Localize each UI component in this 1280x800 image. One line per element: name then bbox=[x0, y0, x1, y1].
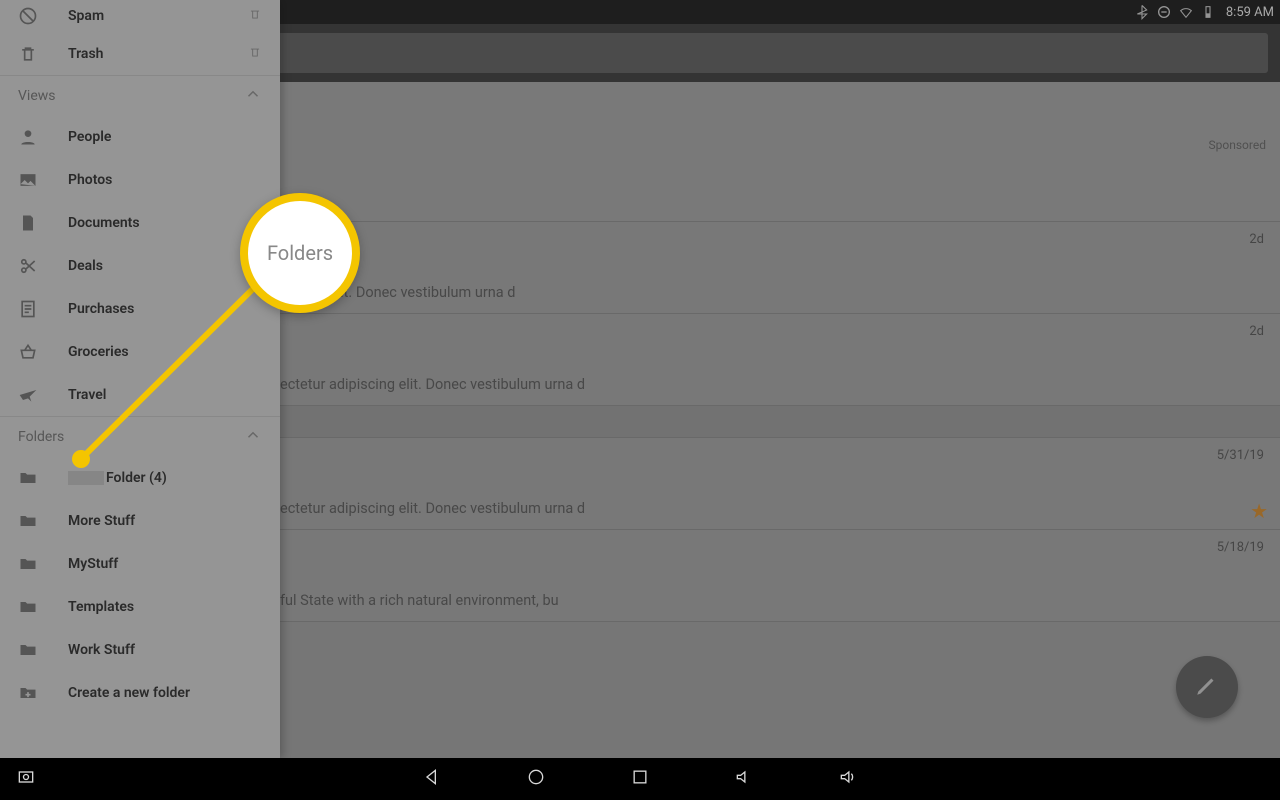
dnd-icon bbox=[1156, 4, 1172, 20]
document-icon bbox=[18, 213, 38, 233]
sidebar-item-label: People bbox=[68, 129, 111, 145]
pencil-icon bbox=[1194, 672, 1220, 702]
battery-icon bbox=[1200, 4, 1216, 20]
sidebar-item-label: Purchases bbox=[68, 301, 134, 317]
sponsored-label: Sponsored bbox=[1209, 138, 1266, 152]
folder-icon bbox=[18, 511, 38, 531]
folder-icon bbox=[18, 468, 38, 488]
mail-date: 5/31/19 bbox=[1217, 448, 1264, 463]
back-button[interactable] bbox=[422, 767, 442, 791]
sidebar-item-trash[interactable]: Trash bbox=[0, 32, 280, 75]
mail-preview: ful State with a rich natural environmen… bbox=[280, 592, 559, 609]
sidebar-item-label: Travel bbox=[68, 387, 106, 403]
sidebar-item-people[interactable]: People bbox=[0, 115, 280, 158]
sidebar-item-label: Deals bbox=[68, 258, 103, 274]
sidebar-item-purchases[interactable]: Purchases bbox=[0, 287, 280, 330]
system-nav-bar bbox=[0, 758, 1280, 800]
folder-icon bbox=[18, 597, 38, 617]
mail-date: 2d bbox=[1249, 232, 1264, 247]
star-icon[interactable]: ★ bbox=[1250, 499, 1268, 523]
sidebar-item-label: Documents bbox=[68, 215, 140, 231]
sidebar-item-work-stuff[interactable]: Work Stuff bbox=[0, 628, 280, 671]
sidebar-item-label: Templates bbox=[68, 599, 134, 615]
home-button[interactable] bbox=[526, 767, 546, 791]
screenshot-icon[interactable] bbox=[16, 767, 46, 791]
status-clock: 8:59 AM bbox=[1226, 5, 1274, 20]
sidebar-item-label: Folder (4) bbox=[106, 470, 167, 486]
sidebar-item-label: Photos bbox=[68, 172, 112, 188]
sweep-icon[interactable] bbox=[248, 7, 262, 25]
sidebar-item-spam[interactable]: Spam bbox=[0, 0, 280, 32]
chevron-up-icon bbox=[244, 426, 262, 448]
scissors-icon bbox=[18, 256, 38, 276]
trash-icon bbox=[18, 44, 38, 64]
folder-icon bbox=[18, 640, 38, 660]
sidebar-item-mystuff[interactable]: MyStuff bbox=[0, 542, 280, 585]
sidebar-item-label: Groceries bbox=[68, 344, 129, 360]
chevron-up-icon bbox=[244, 85, 262, 107]
mail-date: 2d bbox=[1249, 324, 1264, 339]
sidebar-item-folder[interactable]: Folder (4) bbox=[0, 456, 280, 499]
section-views[interactable]: Views bbox=[0, 75, 280, 115]
nav-drawer[interactable]: Spam Trash Views People Photos bbox=[0, 0, 280, 758]
sidebar-item-deals[interactable]: Deals bbox=[0, 244, 280, 287]
sidebar-item-label: Trash bbox=[68, 46, 103, 62]
spam-icon bbox=[18, 6, 38, 26]
add-folder-icon bbox=[18, 683, 38, 703]
bluetooth-icon bbox=[1134, 4, 1150, 20]
sidebar-item-templates[interactable]: Templates bbox=[0, 585, 280, 628]
plane-icon bbox=[18, 385, 38, 405]
sidebar-item-photos[interactable]: Photos bbox=[0, 158, 280, 201]
sidebar-item-label: Spam bbox=[68, 8, 104, 24]
wifi-icon bbox=[1178, 4, 1194, 20]
mail-preview: ectetur adipiscing elit. Donec vestibulu… bbox=[280, 500, 585, 517]
folder-icon bbox=[18, 554, 38, 574]
section-folders[interactable]: Folders bbox=[0, 416, 280, 456]
receipt-icon bbox=[18, 299, 38, 319]
sidebar-item-label: MyStuff bbox=[68, 556, 118, 572]
sidebar-item-label: Work Stuff bbox=[68, 642, 135, 658]
screen: 8:59 AM Sponsored 2d lisicing elit. Done… bbox=[0, 0, 1280, 800]
photo-icon bbox=[18, 170, 38, 190]
sidebar-item-create-folder[interactable]: Create a new folder bbox=[0, 671, 280, 714]
sidebar-item-label: More Stuff bbox=[68, 513, 135, 529]
sidebar-item-documents[interactable]: Documents bbox=[0, 201, 280, 244]
redacted-text bbox=[68, 471, 104, 485]
section-label: Folders bbox=[18, 429, 64, 445]
compose-button[interactable] bbox=[1176, 656, 1238, 718]
basket-icon bbox=[18, 342, 38, 362]
volume-down-button[interactable] bbox=[734, 767, 754, 791]
volume-up-button[interactable] bbox=[838, 767, 858, 791]
sidebar-item-travel[interactable]: Travel bbox=[0, 373, 280, 416]
sidebar-item-groceries[interactable]: Groceries bbox=[0, 330, 280, 373]
sidebar-item-label: Create a new folder bbox=[68, 685, 190, 701]
mail-preview: ectetur adipiscing elit. Donec vestibulu… bbox=[280, 376, 585, 393]
recents-button[interactable] bbox=[630, 767, 650, 791]
mail-date: 5/18/19 bbox=[1217, 540, 1264, 555]
person-icon bbox=[18, 127, 38, 147]
sidebar-item-more-stuff[interactable]: More Stuff bbox=[0, 499, 280, 542]
section-label: Views bbox=[18, 88, 56, 104]
mail-preview: lisicing elit. Donec vestibulum urna d bbox=[280, 284, 515, 301]
sweep-icon[interactable] bbox=[248, 45, 262, 63]
